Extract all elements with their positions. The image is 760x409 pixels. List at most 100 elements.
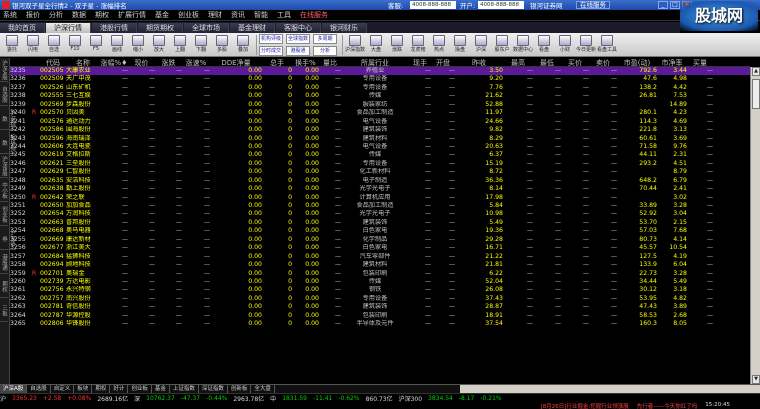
table-row[interactable]: 3236 002509 天广中茂 — — — — 0.00 0 0.00 — 专用设备 — — 9.20 — —… (10, 75, 750, 83)
toolbar-button[interactable]: 涨跌 (387, 34, 407, 56)
tab-item[interactable]: 银河财乐 (322, 22, 367, 33)
toolbar-button[interactable]: 沪深指数 (345, 34, 365, 56)
toolbar-button[interactable]: 数据中心 (513, 34, 533, 56)
toolbar-button[interactable]: 股东户 (492, 34, 512, 56)
sidebar-item[interactable]: 期权 (0, 274, 8, 298)
horizontal-scrollbar[interactable] (460, 385, 760, 393)
table-row[interactable]: 3260 002739 万达电影 — — — — 0.00 0 0.00 — 传媒 — — 52.04 — — —… (10, 278, 750, 286)
column-header[interactable]: 代码 (40, 58, 66, 66)
table-row[interactable]: 3242 002586 围海股份 — — — — 0.00 0 0.00 — 建筑装饰 — — 9.82 — —… (10, 126, 750, 134)
sheet-tab[interactable]: 全大盘 (251, 385, 275, 393)
menu-item[interactable]: 在线服务 (300, 10, 328, 20)
table-row[interactable]: 3263 002781 奇信股份 — — — — 0.00 0 0.00 — 建筑装饰 — — 28.87 —… (10, 303, 750, 311)
toolbar-button[interactable]: F5 (86, 34, 106, 56)
table-row[interactable]: 3235 002505 大康农业 — — — — 0.00 0 0.00 — 养殖业 — — 3.50 — — —… (10, 67, 750, 76)
sidebar-item[interactable]: 三板 (0, 298, 8, 322)
toolbar-button[interactable]: 看盘 (534, 34, 554, 56)
menu-item[interactable]: 基金 (155, 10, 169, 20)
table-row[interactable]: 3240 R 002570 贝因美 — — — — 0.00 0 0.00 — 食品加工制造 — — 11.9… (10, 109, 750, 117)
column-header[interactable]: 总手 (262, 58, 292, 66)
toolbar-button[interactable]: 沪深 (471, 34, 491, 56)
column-header[interactable]: 所属行业 (341, 58, 409, 66)
menu-item[interactable]: 创业板 (178, 10, 199, 20)
column-header[interactable] (28, 58, 40, 66)
tab-item[interactable]: 客服中心 (276, 22, 321, 33)
table-row[interactable]: 3255 002669 康达新材 — — — — 0.00 0 0.00 — 化学制品 — — 29.28 —… (10, 236, 750, 244)
sheet-tab[interactable]: 深证指数 (199, 385, 228, 393)
table-row[interactable]: 3243 002596 海南瑞泽 — — — — 0.00 0 0.00 — 建筑材料 — — 8.29 — —… (10, 135, 750, 143)
sidebar-item[interactable]: 创业板 (0, 202, 8, 226)
column-header[interactable]: 现价 (128, 58, 155, 66)
table-row[interactable]: 3248 002635 安洁科技 — — — — 0.00 0 0.00 — 电子制造 — — 36.36 —… (10, 177, 750, 185)
menu-item[interactable]: 工具 (277, 10, 291, 20)
table-row[interactable]: 3265 002806 华锋股份 — — — — 0.00 0 0.00 — 半导体及元件 — — 37.5… (10, 320, 750, 328)
toolbar-button[interactable]: 操盘 (450, 34, 470, 56)
toolbar-small-button[interactable]: 多周期 (313, 33, 337, 44)
toolbar-button[interactable]: 缩小 (128, 34, 148, 56)
toolbar-button[interactable]: 委托 (2, 34, 22, 56)
table-row[interactable]: 3247 002629 仁智股份 — — — — 0.00 0 0.00 — 化工新材料 — — 8.72 —… (10, 168, 750, 176)
column-header[interactable]: 买价 (561, 58, 589, 66)
scroll-up-icon[interactable]: ▲ (752, 67, 760, 76)
ticker-news-2[interactable]: 先行者——今天你红了吗 (637, 402, 698, 409)
sidebar-item[interactable]: 港股通 (0, 250, 8, 274)
column-header[interactable]: 名称 (66, 58, 100, 66)
column-header[interactable] (10, 58, 28, 66)
toolbar-button[interactable]: 放大 (149, 34, 169, 56)
online-service-button[interactable]: 在线服务 (576, 1, 610, 9)
toolbar-button[interactable]: 自选 (44, 34, 64, 56)
sheet-tab[interactable]: 创业板 (128, 385, 152, 393)
toolbar-button[interactable]: F10 (65, 34, 85, 56)
toolbar-button[interactable]: 多股 (212, 34, 232, 56)
toolbar-button[interactable]: 今日更新 (576, 34, 596, 56)
table-row[interactable]: 3259 R 002701 奥瑞金 — — — — 0.00 0 0.00 — 包装印刷 — — 6.22 — —… (10, 270, 750, 278)
table-row[interactable]: 3261 002756 永兴特钢 — — — — 0.00 0 0.00 — 钢铁 — — 26.08 — — —… (10, 286, 750, 294)
scroll-down-icon[interactable]: ▼ (752, 375, 760, 384)
column-header[interactable]: 市盈(动) (617, 58, 657, 66)
table-row[interactable]: 3250 R 002642 荣之联 — — — — 0.00 0 0.00 — 计算机应用 — — 17.98… (10, 194, 750, 202)
menu-item[interactable]: 报价 (26, 10, 40, 20)
toolbar-button[interactable]: 大盘 (366, 34, 386, 56)
sheet-tab[interactable]: 基金 (152, 385, 170, 393)
toolbar-small-button[interactable]: 分时成交 (259, 45, 283, 56)
sheet-tab[interactable]: 期权 (92, 385, 111, 393)
broker-link[interactable]: 银河证券网 (530, 0, 563, 10)
column-header[interactable]: DDE净量 (210, 58, 262, 66)
menu-item[interactable]: 期权 (95, 10, 109, 20)
tab-item[interactable]: 全球市场 (184, 22, 229, 33)
tab-item[interactable]: 基金理财 (230, 22, 275, 33)
table-row[interactable]: 3238 002555 三七互娱 — — — — 0.00 0 0.00 — 传媒 — — 21.62 — — —… (10, 92, 750, 100)
table-row[interactable]: 3253 002663 普邦股份 — — — — 0.00 0 0.00 — 建筑装饰 — — 5.49 — —… (10, 219, 750, 227)
table-row[interactable]: 3252 002654 万润科技 — — — — 0.00 0 0.00 — 光学光电子 — — 10.98… (10, 210, 750, 218)
column-header[interactable]: 涨速% (182, 58, 210, 66)
table-row[interactable]: 3264 002787 华源控股 — — — — 0.00 0 0.00 — 包装印刷 — — 18.91 —… (10, 312, 750, 320)
table-row[interactable]: 3257 002684 猛狮科技 — — — — 0.00 0 0.00 — 汽车零部件 — — 21.22… (10, 253, 750, 261)
maximize-icon[interactable]: □ (670, 1, 680, 9)
tab-item[interactable]: 期货期权 (138, 22, 183, 33)
column-header[interactable]: 量比 (319, 58, 341, 66)
tab-item[interactable]: 港股行情 (92, 22, 137, 33)
table-row[interactable]: 3239 002569 步森股份 — — — — 0.00 0 0.00 — 服装家纺 — — 52.88 —… (10, 101, 750, 109)
menu-item[interactable]: 资讯 (231, 10, 245, 20)
table-row[interactable]: 3246 002621 三垒股份 — — — — 0.00 0 0.00 — 专用设备 — — 15.19 —… (10, 160, 750, 168)
table-row[interactable]: 3256 002677 浙江美大 — — — — 0.00 0 0.00 — 白色家电 — — 16.71 —… (10, 244, 750, 252)
sidebar-item[interactable]: 沪深A股 (0, 58, 8, 82)
table-row[interactable]: 3241 002576 通达动力 — — — — 0.00 0 0.00 — 电气设备 — — 24.66 —… (10, 118, 750, 126)
column-header[interactable]: 最低 (533, 58, 561, 66)
toolbar-button[interactable]: 小财 (555, 34, 575, 56)
menu-item[interactable]: 系统 (3, 10, 17, 20)
toolbar-small-button[interactable]: 全球指数 (286, 33, 310, 44)
column-header[interactable]: 现手 (409, 58, 431, 66)
toolbar-button[interactable]: 画线 (107, 34, 127, 56)
tab-item[interactable]: 沪深行情 (46, 22, 91, 33)
toolbar-button[interactable]: 闪电 (23, 34, 43, 56)
table-row[interactable]: 3244 002606 大连电瓷 — — — — 0.00 0 0.00 — 电气设备 — — 20.63 —… (10, 143, 750, 151)
table-row[interactable]: 3245 002619 艾格拉斯 — — — — 0.00 0 0.00 — 传媒 — — 6.37 — — — —… (10, 151, 750, 159)
toolbar-small-button[interactable]: 机构评级 (259, 33, 283, 44)
toolbar-small-button[interactable]: 分析 (313, 45, 337, 56)
toolbar-button[interactable]: 叠加 (233, 34, 253, 56)
sheet-tab[interactable]: 沪深A股 (0, 385, 28, 393)
toolbar-small-button[interactable]: 港股通 (286, 45, 310, 56)
column-header[interactable]: 换手% (292, 58, 319, 66)
column-header[interactable]: 买量 (687, 58, 713, 66)
